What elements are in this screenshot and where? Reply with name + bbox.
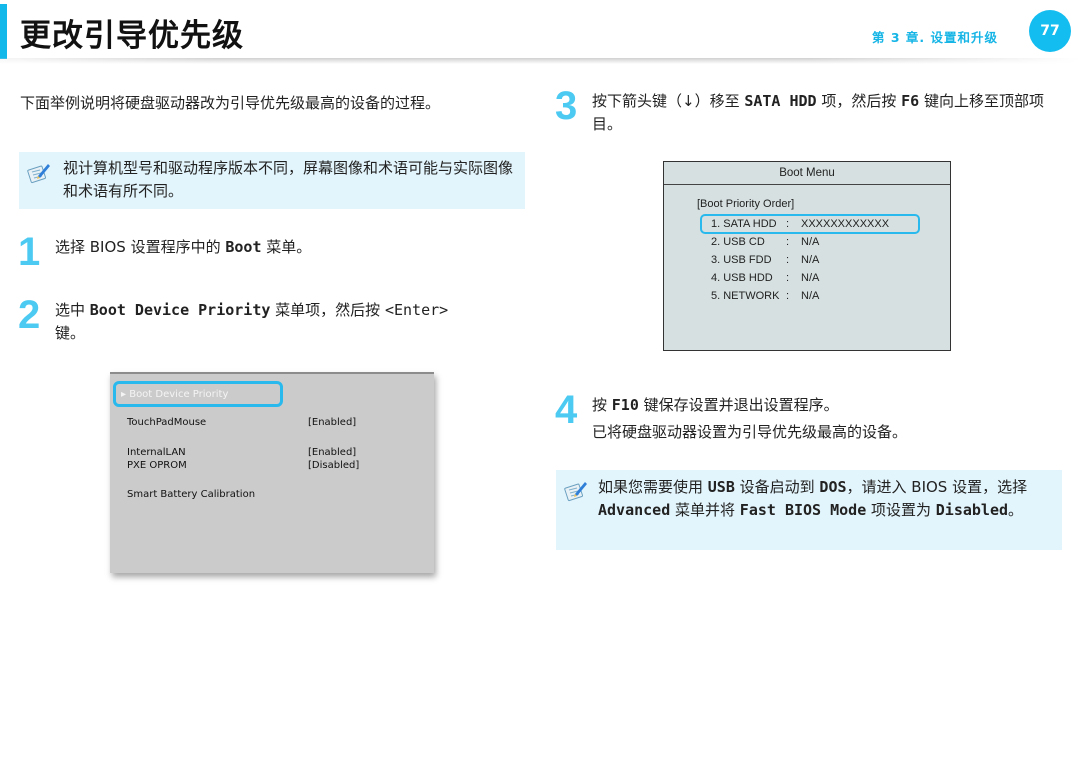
bios-row-label[interactable]: PXE OPROM — [127, 460, 187, 471]
boot-menu-item[interactable]: 4. USB HDD: N/A — [711, 272, 819, 284]
advanced-term: Advanced — [598, 501, 671, 519]
page-title: 更改引导优先级 — [20, 18, 244, 54]
note-text: 视计算机型号和驱动程序版本不同，屏幕图像和术语可能与实际图像和术语有所不同。 — [63, 159, 514, 200]
note-text-part: 项设置为 — [866, 501, 936, 519]
boot-menu-title: Boot Menu — [664, 162, 950, 185]
f10-key-term: F10 — [611, 396, 639, 414]
boot-device-value: XXXXXXXXXXXX — [801, 218, 890, 230]
triangle-right-icon: ▸ — [121, 389, 130, 400]
note-text-part: 设备启动到 — [734, 478, 820, 496]
separator: : — [786, 290, 790, 302]
boot-device-name: 4. USB HDD — [711, 272, 773, 284]
note-text: 如果您需要使用 USB 设备启动到 DOS，请进入 BIOS 设置，选择 Adv… — [598, 476, 1052, 522]
note-pencil-icon — [564, 482, 587, 502]
boot-device-value: N/A — [801, 290, 820, 302]
boot-device-value: N/A — [801, 236, 820, 248]
note-box-left: 视计算机型号和驱动程序版本不同，屏幕图像和术语可能与实际图像和术语有所不同。 — [19, 152, 525, 209]
intro-paragraph: 下面举例说明将硬盘驱动器改为引导优先级最高的设备的过程。 — [20, 94, 441, 112]
step-number-1: 1 — [18, 230, 41, 274]
boot-menu-item[interactable]: 1. SATA HDD: XXXXXXXXXXXX — [711, 218, 889, 230]
step-2-text-part: 键。 — [55, 324, 86, 342]
step-text-4: 按 F10 键保存设置并退出设置程序。已将硬盘驱动器设置为引导优先级最高的设备。 — [592, 392, 1062, 446]
bios-boot-screen: ▸ Boot Device Priority TouchPadMouse [En… — [110, 372, 434, 573]
enter-key-term: <Enter> — [384, 301, 449, 319]
f6-key-term: F6 — [901, 92, 920, 110]
step-number-2: 2 — [18, 293, 41, 337]
boot-device-priority-highlight[interactable]: ▸ Boot Device Priority — [113, 381, 283, 407]
boot-device-name: 5. NETWORK — [711, 290, 780, 302]
step-4-text-part: 键保存设置并退出设置程序。 — [638, 396, 839, 414]
step-1-text-part: 菜单。 — [261, 238, 312, 256]
bios-row-value: [Enabled] — [308, 417, 357, 428]
step-2-text-part: 菜单项，然后按 — [270, 301, 385, 319]
disabled-term: Disabled — [935, 501, 1009, 519]
boot-device-value: N/A — [801, 272, 820, 284]
bios-row-label[interactable]: Smart Battery Calibration — [127, 489, 255, 500]
note-pencil-icon — [27, 164, 50, 184]
note-box-right: 如果您需要使用 USB 设备启动到 DOS，请进入 BIOS 设置，选择 Adv… — [556, 470, 1062, 550]
separator: : — [786, 254, 790, 266]
note-text-part: 。 — [1008, 501, 1024, 519]
page-number-badge: 77 — [1029, 10, 1071, 52]
boot-priority-order-label: [Boot Priority Order] — [697, 198, 795, 210]
header-accent-bar — [0, 4, 7, 59]
header-divider — [0, 58, 1080, 64]
step-1-text-part: 选择 BIOS 设置程序中的 — [55, 238, 226, 256]
fast-bios-mode-term: Fast BIOS Mode — [739, 501, 867, 519]
step-number-3: 3 — [555, 84, 578, 128]
bios-row-label[interactable]: TouchPadMouse — [127, 417, 206, 428]
note-text-part: 菜单并将 — [670, 501, 740, 519]
boot-menu-term: Boot — [225, 238, 262, 256]
sata-hdd-term: SATA HDD — [744, 92, 817, 110]
note-text-part: ，请进入 BIOS 设置，选择 — [846, 478, 1028, 496]
step-3-text-part: 项，然后按 — [816, 92, 902, 110]
boot-menu-item[interactable]: 2. USB CD: N/A — [711, 236, 819, 248]
selected-item-label: Boot Device Priority — [129, 389, 229, 400]
boot-device-value: N/A — [801, 254, 820, 266]
dos-term: DOS — [819, 478, 847, 496]
page-header: 更改引导优先级 第 3 章. 设置和升级 77 — [0, 0, 1080, 64]
step-2-text-part: 选中 — [55, 301, 90, 319]
note-text-part: 如果您需要使用 — [598, 478, 708, 496]
separator: : — [786, 218, 790, 230]
step-4-text-part: 按 — [592, 396, 612, 414]
chapter-label: 第 3 章. 设置和升级 — [872, 30, 999, 45]
bios-row-value: [Disabled] — [308, 460, 360, 471]
step-text-2: 选中 Boot Device Priority 菜单项，然后按 <Enter> … — [55, 299, 510, 345]
boot-device-name: 3. USB FDD — [711, 254, 772, 266]
step-text-3: 按下箭头键（↓）移至 SATA HDD 项，然后按 F6 键向上移至顶部项目。 — [592, 90, 1062, 136]
boot-menu-screen: Boot Menu [Boot Priority Order] 1. SATA … — [663, 161, 951, 351]
step-number-4: 4 — [555, 388, 578, 432]
boot-menu-item[interactable]: 5. NETWORK: N/A — [711, 290, 819, 302]
boot-device-name: 2. USB CD — [711, 236, 765, 248]
boot-device-name: 1. SATA HDD — [711, 218, 777, 230]
separator: : — [786, 272, 790, 284]
boot-device-priority-item[interactable]: ▸ Boot Device Priority — [121, 389, 228, 400]
boot-device-priority-term: Boot Device Priority — [89, 301, 271, 319]
bios-row-label[interactable]: InternalLAN — [127, 447, 186, 458]
boot-menu-item[interactable]: 3. USB FDD: N/A — [711, 254, 819, 266]
step-text-1: 选择 BIOS 设置程序中的 Boot 菜单。 — [55, 236, 525, 259]
separator: : — [786, 236, 790, 248]
bios-row-value: [Enabled] — [308, 447, 357, 458]
step-3-text-part: 按下箭头键（↓）移至 — [592, 92, 745, 110]
step-4-result: 已将硬盘驱动器设置为引导优先级最高的设备。 — [592, 423, 908, 441]
usb-term: USB — [707, 478, 735, 496]
